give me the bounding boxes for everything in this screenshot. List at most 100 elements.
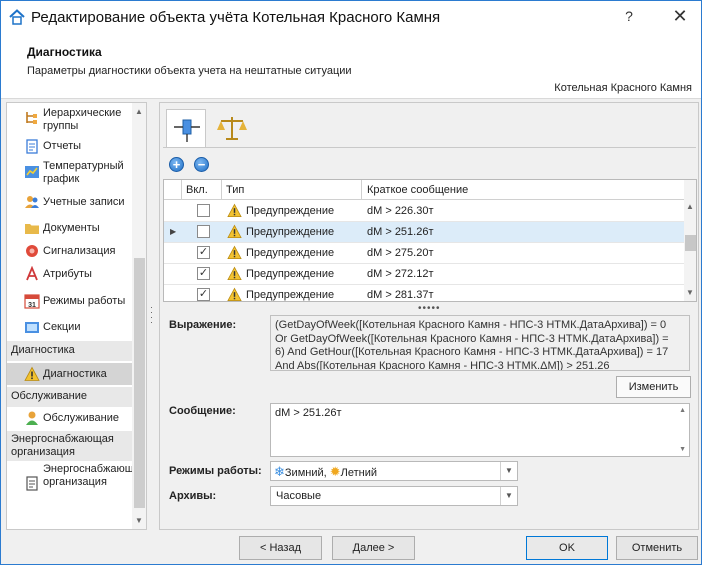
enabled-checkbox[interactable]: ✓ [197, 246, 210, 259]
row-type: Предупреждение [246, 268, 335, 280]
sidebar-group-service: Обслуживание [7, 387, 132, 407]
table-row[interactable]: Предупреждение dM > 226.30т [164, 201, 684, 222]
message-text: dM > 251.26т [275, 407, 342, 419]
archives-select[interactable]: Часовые ▼ [270, 486, 518, 506]
enabled-checkbox[interactable] [197, 204, 210, 217]
sidebar-group-diagnostics: Диагностика [7, 341, 132, 361]
table-row[interactable]: ✓ Предупреждение dM > 281.37т [164, 285, 684, 301]
warning-icon [227, 245, 242, 259]
column-type[interactable]: Тип [226, 184, 244, 196]
row-message: dM > 275.20т [367, 247, 434, 259]
ok-button[interactable]: OK [526, 536, 608, 560]
mode-summer: Летний [340, 467, 378, 479]
cancel-button[interactable]: Отменить [616, 536, 698, 560]
table-row[interactable]: ✓ Предупреждение dM > 275.20т [164, 243, 684, 264]
sidebar-item-documents[interactable]: Документы [7, 219, 132, 239]
page-subtitle: Параметры диагностики объекта учета на н… [27, 65, 352, 77]
sidebar: Иерархические группы Отчеты Температурны… [6, 102, 147, 530]
dialog-window: Редактирование объекта учёта Котельная К… [0, 0, 702, 565]
attribute-icon [26, 266, 38, 281]
sidebar-item-sections[interactable]: Секции [7, 318, 132, 338]
vertical-splitter[interactable]: · · · · [150, 303, 154, 327]
sidebar-item-users[interactable]: Учетные записи [7, 193, 132, 213]
tab-diagnostics[interactable] [166, 109, 206, 147]
mode-winter: Зимний, [284, 467, 327, 479]
modes-value: ❄Зимний, ✹Летний [274, 464, 377, 480]
row-type: Предупреждение [246, 247, 335, 259]
horizontal-splitter[interactable]: ••••• [418, 303, 441, 314]
hierarchy-icon [26, 112, 37, 124]
enabled-checkbox[interactable]: ✓ [197, 288, 210, 301]
edit-button[interactable]: Изменить [616, 376, 691, 398]
scales-icon [217, 117, 247, 140]
sensor-icon [174, 119, 200, 142]
chevron-down-icon[interactable]: ▼ [500, 487, 517, 505]
enabled-checkbox[interactable]: ✓ [197, 267, 210, 280]
diagnostics-grid: Вкл. Тип Краткое сообщение Предупреждени… [163, 179, 697, 302]
column-divider [181, 180, 182, 200]
sidebar-scroll-thumb[interactable] [134, 258, 145, 508]
message-field[interactable]: dM > 251.26т ▲ ▼ [270, 403, 690, 457]
sidebar-scrollbar[interactable]: ▲ ▼ [132, 103, 146, 529]
document-icon [26, 476, 38, 491]
home-icon [9, 9, 25, 25]
sidebar-item-modes[interactable]: 31 Режимы работы [7, 291, 132, 313]
row-message: dM > 272.12т [367, 268, 434, 280]
modes-select[interactable]: ❄Зимний, ✹Летний ▼ [270, 461, 518, 481]
warning-icon [227, 287, 242, 301]
column-divider [221, 180, 222, 200]
window-title: Редактирование объекта учёта Котельная К… [31, 9, 441, 26]
sidebar-item-service[interactable]: Обслуживание [7, 409, 132, 429]
back-button[interactable]: < Назад [239, 536, 322, 560]
close-button[interactable]: ✕ [669, 5, 691, 27]
expression-label: Выражение: [169, 319, 237, 331]
next-button[interactable]: Далее > [332, 536, 415, 560]
folder-icon [25, 224, 39, 234]
archives-value: Часовые [276, 490, 322, 502]
column-message[interactable]: Краткое сообщение [367, 184, 468, 196]
grid-header: Вкл. Тип Краткое сообщение [164, 180, 684, 200]
chevron-down-icon[interactable]: ▼ [500, 462, 517, 480]
sidebar-group-energy: Энергоснабжающая организация [7, 431, 132, 461]
scroll-up-icon[interactable]: ▲ [135, 107, 143, 116]
grid-scrollbar[interactable]: ▲ ▼ [684, 180, 696, 301]
grid-scroll-thumb[interactable] [685, 235, 696, 251]
help-button[interactable]: ? [619, 8, 639, 26]
archives-label: Архивы: [169, 490, 217, 502]
sidebar-item-temperature[interactable]: Температурный график [7, 159, 132, 187]
sidebar-item-energy[interactable]: Энергоснабжающая организация [7, 463, 146, 505]
row-type: Предупреждение [246, 226, 335, 238]
row-message: dM > 251.26т [367, 226, 434, 238]
sidebar-item-hierarchy[interactable]: Иерархические группы [7, 105, 132, 133]
sidebar-item-alarm[interactable]: Сигнализация [7, 242, 132, 262]
warning-icon [24, 366, 40, 381]
scroll-up-icon[interactable]: ▲ [679, 407, 686, 414]
remove-button[interactable]: − [194, 157, 209, 172]
sidebar-item-attributes[interactable]: Атрибуты [7, 265, 132, 285]
expression-field: (GetDayOfWeek([Котельная Красного Камня … [270, 315, 690, 371]
title-bar: Редактирование объекта учёта Котельная К… [1, 1, 701, 33]
scroll-down-icon[interactable]: ▼ [686, 288, 694, 297]
scroll-down-icon[interactable]: ▼ [679, 446, 686, 453]
enabled-checkbox[interactable] [197, 225, 210, 238]
row-type: Предупреждение [246, 205, 335, 217]
scroll-up-icon[interactable]: ▲ [686, 202, 694, 211]
sidebar-item-diagnostics[interactable]: Диагностика [7, 363, 132, 385]
scroll-down-icon[interactable]: ▼ [135, 516, 143, 525]
tab-strip-divider [163, 147, 696, 148]
row-message: dM > 226.30т [367, 205, 434, 217]
add-button[interactable]: + [169, 157, 184, 172]
svg-text:31: 31 [28, 302, 36, 309]
table-row[interactable]: ▶ Предупреждение dM > 251.26т [164, 222, 684, 243]
current-row-indicator-icon: ▶ [170, 227, 177, 236]
warning-icon [227, 203, 242, 217]
warning-icon [227, 266, 242, 280]
table-row[interactable]: ✓ Предупреждение dM > 272.12т [164, 264, 684, 285]
temperature-chart-icon [25, 166, 39, 178]
object-name: Котельная Красного Камня [554, 82, 692, 94]
sun-icon: ✹ [329, 464, 341, 479]
message-label: Сообщение: [169, 405, 236, 417]
tab-scales[interactable] [212, 109, 252, 147]
column-enabled[interactable]: Вкл. [186, 184, 208, 196]
sidebar-item-reports[interactable]: Отчеты [7, 137, 132, 157]
